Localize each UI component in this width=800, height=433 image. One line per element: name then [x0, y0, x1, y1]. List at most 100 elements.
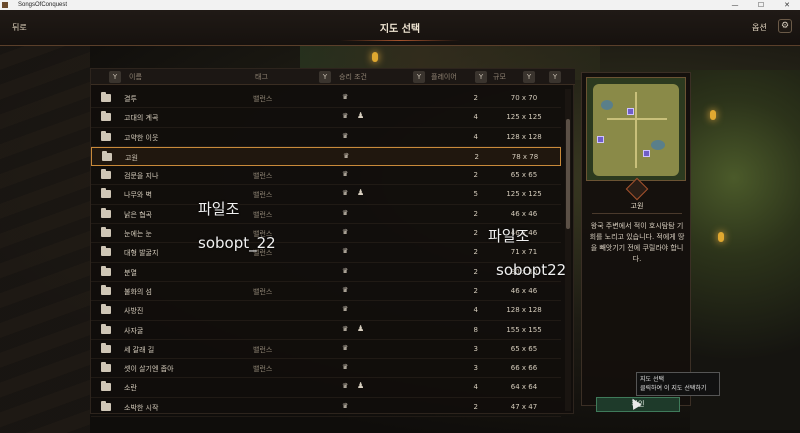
- crown-icon: ♛: [342, 305, 349, 314]
- map-size: 71 x 71: [510, 248, 538, 257]
- folder-icon: [101, 130, 111, 141]
- map-row[interactable]: 사방진 ♛ 4 128 x 128: [91, 301, 561, 321]
- gear-icon[interactable]: ⚙: [778, 19, 792, 33]
- map-players: 3: [473, 364, 478, 373]
- map-row[interactable]: 고약한 이웃 ♛ 4 128 x 128: [91, 128, 561, 147]
- watermark-text: sobopt_22: [198, 234, 276, 252]
- map-name: 사자굴: [124, 326, 144, 335]
- window-titlebar: SongsOfConquest — ☐ ✕: [0, 0, 800, 10]
- list-scrollbar[interactable]: [565, 89, 571, 411]
- column-players-header[interactable]: 플레이어: [431, 72, 457, 82]
- map-players: 4: [473, 306, 478, 315]
- selected-map-title: 고원: [630, 202, 644, 210]
- map-list: 결투 밸런스 ♛ 2 70 x 70 고대의 계곡 ♛ ♟ 4 125 x 125 고약한 이웃 ♛ 4…: [91, 89, 561, 418]
- map-row[interactable]: 고원 ♛ 2 78 x 78: [91, 146, 561, 167]
- map-row[interactable]: 나무와 벽 밸런스 ♛ ♟ 5 125 x 125: [91, 185, 561, 205]
- map-name: 눈에는 눈: [124, 230, 152, 239]
- map-players: 4: [473, 113, 478, 122]
- filter-icon[interactable]: Y: [109, 71, 121, 83]
- tooltip-title: 지도 선택: [640, 376, 664, 383]
- torch-light: [372, 52, 378, 62]
- crown-icon: ♛: [342, 93, 349, 101]
- map-name: 낡은 협곡: [124, 210, 152, 219]
- map-size: 65 x 65: [510, 344, 538, 353]
- map-tag: 밸런스: [253, 365, 273, 374]
- crown-icon: ♛: [342, 363, 349, 372]
- map-row[interactable]: 소박한 시작 ♛ 2 47 x 47: [91, 398, 561, 418]
- scrollbar-thumb[interactable]: [566, 119, 570, 229]
- map-row[interactable]: 대형 발굴지 밸런스 ♛ 2 71 x 71: [91, 243, 561, 263]
- folder-icon: [101, 111, 111, 122]
- column-tag-header[interactable]: 태그: [255, 72, 268, 82]
- map-size: 47 x 47: [510, 402, 538, 411]
- map-row[interactable]: 고대의 계곡 ♛ ♟ 4 125 x 125: [91, 108, 561, 128]
- map-size: 128 x 128: [506, 306, 542, 315]
- map-players: 2: [473, 248, 478, 257]
- app-title: SongsOfConquest: [18, 2, 68, 8]
- map-tag: 밸런스: [253, 95, 273, 103]
- minimap-path: [607, 118, 667, 120]
- map-description: 왕국 주변에서 적이 호시탐탐 기회를 노리고 있습니다. 적에게 땅을 빼앗기…: [589, 222, 685, 263]
- map-row[interactable]: 검문을 지나 밸런스 ♛ 2 65 x 65: [91, 166, 561, 186]
- map-size: 125 x 125: [506, 190, 542, 199]
- map-players: 2: [473, 286, 478, 295]
- filter-icon[interactable]: Y: [549, 71, 561, 83]
- minimap-lake: [601, 100, 613, 110]
- map-row[interactable]: 결투 밸런스 ♛ 2 70 x 70: [91, 89, 561, 109]
- crown-icon: ♛: [342, 131, 349, 140]
- app-icon: [2, 2, 8, 8]
- map-size: 125 x 125: [506, 113, 542, 122]
- tooltip: 지도 선택 클릭하여 이 지도 선택하기: [636, 372, 720, 396]
- column-name-header[interactable]: 이름: [129, 72, 142, 82]
- options-button[interactable]: 옵션: [752, 22, 767, 33]
- minimap-castle-icon: [643, 150, 650, 157]
- map-players: 2: [473, 171, 478, 180]
- crown-icon: ♛: [342, 285, 349, 294]
- map-name: 나무와 벽: [124, 191, 152, 200]
- map-row[interactable]: 낡은 협곡 밸런스 ♛ 2 46 x 46: [91, 205, 561, 225]
- map-players: 2: [473, 229, 478, 238]
- potion-icon: ♟: [357, 188, 365, 198]
- map-size: 66 x 66: [510, 364, 538, 373]
- filter-icon[interactable]: Y: [523, 71, 535, 83]
- filter-icon[interactable]: Y: [413, 71, 425, 83]
- crown-icon: ♛: [342, 401, 349, 410]
- watermark-text: 파일조: [488, 227, 530, 245]
- map-preview: [586, 77, 686, 181]
- map-name: 소박한 시작: [124, 403, 159, 412]
- filter-icon[interactable]: Y: [475, 71, 487, 83]
- map-name: 결투: [124, 95, 137, 103]
- map-size: 70 x 70: [510, 94, 538, 102]
- folder-icon: [101, 400, 111, 411]
- map-name: 분열: [124, 268, 137, 277]
- folder-icon: [101, 246, 111, 257]
- close-button[interactable]: ✕: [774, 0, 800, 10]
- map-size: 155 x 155: [506, 325, 542, 334]
- folder-icon: [102, 150, 112, 161]
- map-row[interactable]: 소란 ♛ ♟ 4 64 x 64: [91, 378, 561, 398]
- maximize-button[interactable]: ☐: [748, 0, 774, 10]
- filter-icon[interactable]: Y: [319, 71, 331, 83]
- map-tag: 밸런스: [253, 287, 273, 296]
- map-row[interactable]: 분열 ♛ 2 80 x 80: [91, 263, 561, 282]
- column-victory-header[interactable]: 승리 조건: [339, 72, 367, 82]
- folder-icon: [101, 342, 111, 353]
- background-left-decor: [0, 40, 90, 433]
- map-name: 사방진: [124, 307, 144, 316]
- folder-icon: [101, 323, 111, 334]
- tooltip-body: 클릭하여 이 지도 선택하기: [640, 385, 707, 392]
- potion-icon: ♟: [357, 323, 365, 333]
- crown-icon: ♛: [342, 247, 349, 256]
- map-row[interactable]: 불화의 섬 밸런스 ♛ 2 46 x 46: [91, 282, 561, 302]
- map-players: 4: [473, 383, 478, 392]
- minimize-button[interactable]: —: [722, 0, 748, 10]
- map-size: 46 x 46: [510, 286, 538, 295]
- map-row[interactable]: 사자굴 ♛ ♟ 8 155 x 155: [91, 321, 561, 340]
- map-players: 2: [473, 267, 478, 276]
- map-row[interactable]: 셋이 살기엔 좁아 밸런스 ♛ 3 66 x 66: [91, 359, 561, 379]
- map-name: 검문을 지나: [124, 172, 159, 181]
- map-row[interactable]: 세 갈래 길 밸런스 ♛ 3 65 x 65: [91, 340, 561, 360]
- column-size-header[interactable]: 규모: [493, 72, 506, 82]
- minimap-path: [635, 92, 637, 168]
- torch-light: [710, 110, 716, 120]
